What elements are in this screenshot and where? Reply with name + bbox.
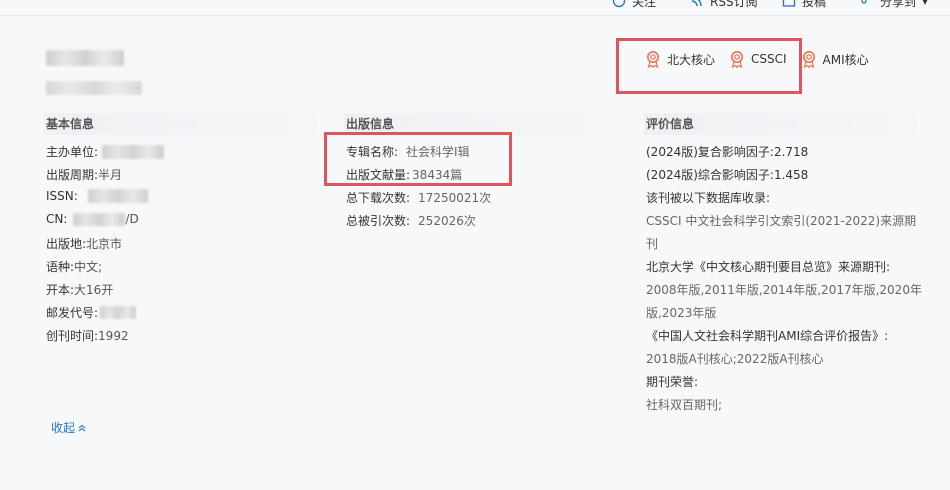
impact-factor-composite: (2024版)复合影响因子:2.718 [646, 145, 809, 159]
share-button[interactable]: 分享到 ▾ [860, 0, 928, 9]
rss-label: RSS订阅 [710, 0, 758, 9]
language-label: 语种: [46, 260, 75, 274]
section-heading: 基本信息 [44, 113, 317, 135]
downloads-row: 总下载次数: 17250021次 [346, 189, 491, 206]
format-label: 开本: [46, 283, 75, 297]
postal-row: 邮发代号: [46, 304, 137, 321]
honors-heading: 期刊荣誉: [646, 375, 699, 389]
cssci-index-line: CSSCI 中文社会科学引文索引(2021-2022)来源期 [646, 214, 917, 228]
collapse-label: 收起 [51, 421, 76, 435]
period-value: 半月 [98, 168, 123, 182]
cn-suffix: /D [125, 212, 139, 226]
founded-label: 创刊时间: [46, 329, 99, 343]
ami-report-heading: 《中国人文社会科学期刊AMI综合评价报告》: [646, 329, 889, 343]
period-label: 出版周期: [46, 168, 99, 182]
sponsor-label: 主办单位: [46, 145, 99, 159]
top-toolbar: 关注 RSS订阅 投稿 分享到 ▾ [0, 0, 950, 16]
citations-value: 252026次 [418, 214, 476, 228]
rss-icon [691, 0, 702, 7]
follow-button[interactable]: 关注 [612, 0, 656, 9]
citations-row: 总被引次数: 252026次 [346, 212, 476, 229]
impact-factor-comprehensive: (2024版)综合影响因子:1.458 [646, 168, 809, 182]
downloads-value: 17250021次 [418, 191, 492, 205]
format-value: 大16开 [74, 283, 114, 297]
cn-row: CN: /D [46, 212, 139, 226]
sponsor-row: 主办单位: [46, 143, 165, 160]
place-row: 出版地: 北京市 [46, 235, 122, 252]
evaluation-info-section: 评价信息 (2024版)复合影响因子:2.718 (2024版)综合影响因子:1… [644, 113, 922, 418]
pku-core-heading: 北京大学《中文核心期刊要目总览》来源期刊: [646, 260, 891, 274]
image-icon [782, 0, 796, 7]
journal-title-redacted [46, 50, 124, 66]
cn-label: CN: [46, 212, 68, 226]
double-chevron-up-icon [78, 424, 86, 431]
issn-row: ISSN: [46, 189, 148, 203]
cn-redacted [73, 212, 126, 226]
language-row: 语种: 中文; [46, 258, 102, 275]
share-icon [861, 0, 867, 4]
pku-core-editions-cont: 版,2023年版 [646, 306, 717, 320]
share-label: 分享到 [880, 0, 917, 9]
ami-report-editions: 2018版A刊核心;2022版A刊核心 [646, 352, 824, 366]
postal-label: 邮发代号: [46, 306, 99, 320]
submit-button[interactable]: 投稿 [782, 0, 826, 9]
journal-subtitle-redacted [46, 81, 142, 95]
highlight-box-publication [324, 132, 512, 186]
submit-label: 投稿 [802, 0, 827, 9]
follow-icon [612, 0, 626, 8]
format-row: 开本: 大16开 [46, 281, 113, 298]
collapse-button[interactable]: 收起 [51, 419, 87, 436]
place-value: 北京市 [86, 237, 123, 251]
cssci-index-line-cont: 刊 [646, 237, 659, 251]
founded-value: 1992 [98, 328, 129, 343]
period-row: 出版周期: 半月 [46, 166, 122, 183]
award-ribbon-icon [802, 51, 815, 68]
founded-row: 创刊时间: 1992 [46, 327, 129, 344]
downloads-label: 总下载次数: [346, 191, 411, 205]
issn-redacted [87, 189, 148, 203]
issn-label: ISSN: [46, 189, 78, 203]
honors-value: 社科双百期刊; [646, 398, 723, 412]
follow-label: 关注 [632, 0, 657, 9]
language-value: 中文; [74, 260, 103, 274]
indexed-by-heading: 该刊被以下数据库收录: [646, 191, 771, 205]
section-heading: 评价信息 [644, 113, 917, 135]
badge-ami-core: AMI核心 [801, 50, 869, 68]
rss-button[interactable]: RSS订阅 [690, 0, 758, 9]
pku-core-editions: 2008年版,2011年版,2014年版,2017年版,2020年 [646, 283, 922, 297]
highlight-box-badges [616, 38, 802, 94]
postal-redacted [100, 306, 137, 319]
place-label: 出版地: [46, 237, 87, 251]
basic-info-section: 基本信息 主办单位: 出版周期: 半月 ISSN: CN: /D 出版地: 北京… [44, 113, 317, 413]
sponsor-redacted [102, 144, 165, 159]
citations-label: 总被引次数: [346, 214, 411, 228]
badge-label: AMI核心 [822, 52, 869, 67]
chevron-down-icon: ▾ [922, 0, 929, 8]
